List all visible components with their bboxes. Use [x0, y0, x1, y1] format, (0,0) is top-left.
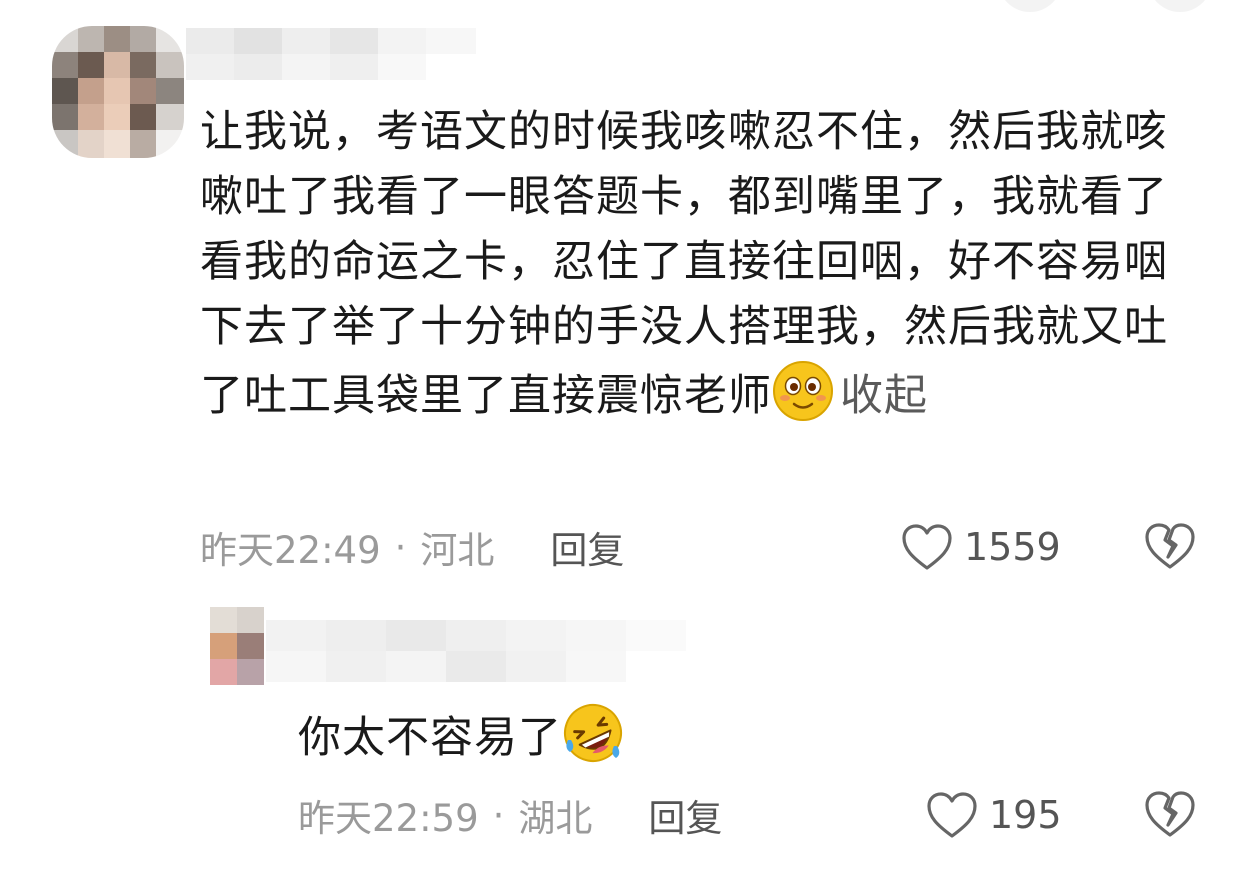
- reply-username-blurred[interactable]: [186, 620, 686, 682]
- comment-meta: 昨天22:49 · 河北 回复: [200, 517, 624, 577]
- reply-dislike-button[interactable]: [1142, 787, 1198, 843]
- top-action-icon-left[interactable]: [998, 0, 1062, 12]
- like-count: 1559: [964, 525, 1061, 569]
- dislike-button[interactable]: [1142, 519, 1198, 575]
- avatar[interactable]: [52, 26, 184, 158]
- like-button[interactable]: 1559: [900, 517, 1061, 577]
- heart-icon: [927, 792, 977, 838]
- meta-separator: ·: [492, 793, 505, 837]
- comment-body: 让我说，考语文的时候我咳嗽忍不住，然后我就咳嗽吐了我看了一眼答题卡，都到嘴里了，…: [200, 100, 1210, 429]
- reply-time: 昨天22:59: [298, 797, 479, 840]
- reply-button[interactable]: 回复: [550, 520, 624, 574]
- grinning-blush-emoji-icon: [773, 361, 833, 421]
- comment-time: 昨天22:49: [200, 529, 381, 572]
- reply-text: 你太不容易了: [298, 713, 562, 763]
- comment-location: 河北: [420, 529, 495, 572]
- broken-heart-icon: [1145, 523, 1195, 569]
- username-blurred[interactable]: [186, 28, 476, 80]
- reply-like-count: 195: [989, 793, 1062, 837]
- heart-icon: [902, 524, 952, 570]
- reply-reply-button[interactable]: 回复: [648, 788, 722, 842]
- reply-location: 湖北: [518, 797, 593, 840]
- broken-heart-icon: [1145, 791, 1195, 837]
- meta-separator: ·: [394, 525, 407, 569]
- collapse-link[interactable]: 收起: [840, 371, 928, 421]
- top-action-icon-right[interactable]: [1148, 0, 1212, 12]
- reply-like-button[interactable]: 195: [925, 785, 1062, 845]
- reply-meta: 昨天22:59 · 湖北 回复: [298, 785, 722, 845]
- reply-body: 你太不容易了: [298, 702, 624, 771]
- comment-text: 让我说，考语文的时候我咳嗽忍不住，然后我就咳嗽吐了我看了一眼答题卡，都到嘴里了，…: [200, 107, 1168, 421]
- rofl-tears-emoji-icon: [564, 704, 622, 762]
